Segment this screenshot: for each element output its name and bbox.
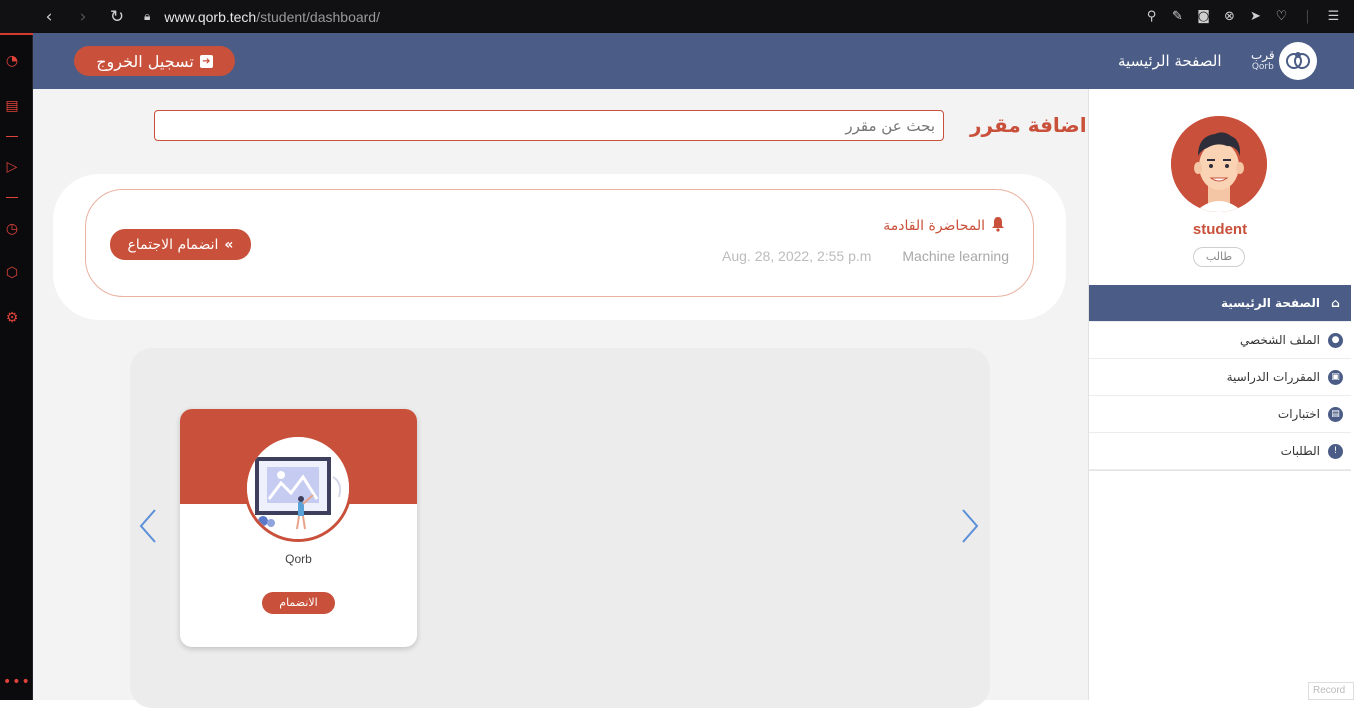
course-search-input[interactable] bbox=[154, 110, 944, 141]
menu-lines-icon[interactable]: ☰ bbox=[1325, 8, 1342, 25]
double-chevron-icon: « bbox=[224, 237, 233, 253]
sidebar-item-quizzes[interactable]: اختبارات ▤ bbox=[1089, 396, 1351, 433]
send-icon[interactable]: ➤ bbox=[1247, 8, 1264, 25]
upcoming-lecture-card: انضمام الاجتماع « المحاضرة القادمة Machi… bbox=[85, 189, 1034, 297]
sidebar-item-profile[interactable]: الملف الشخصي ● bbox=[1089, 322, 1351, 359]
extensions-icon[interactable]: ▤ bbox=[4, 98, 20, 114]
sidebar-item-label: المقررات الدراسية bbox=[1227, 370, 1320, 384]
browser-sidebar: ◔ ▤ ▷ ◷ ⬡ ⚙ ••• bbox=[0, 33, 33, 700]
lecture-date: Aug. 28, 2022, 2:55 p.m bbox=[722, 248, 871, 264]
logout-icon: ➜ bbox=[200, 55, 213, 68]
heart-icon[interactable]: ♡ bbox=[1273, 8, 1290, 25]
sidebar-item-label: اختبارات bbox=[1278, 407, 1320, 421]
settings-icon[interactable]: ⚙ bbox=[4, 310, 20, 326]
book-icon: ▣ bbox=[1328, 370, 1343, 385]
sidebar-separator bbox=[6, 136, 18, 137]
avatar[interactable] bbox=[1171, 116, 1267, 212]
lecture-course: Machine learning bbox=[902, 248, 1009, 264]
record-tag[interactable]: Record bbox=[1308, 682, 1354, 700]
course-card[interactable]: Qorb الانضمام bbox=[180, 409, 417, 647]
role-badge: طالب bbox=[1193, 247, 1245, 267]
address-bar[interactable]: www.qorb.tech/student/dashboard/ bbox=[164, 9, 380, 25]
profile-sidebar: student طالب الصفحة الرئيسية ⌂ الملف الش… bbox=[1088, 89, 1350, 700]
course-name: Qorb bbox=[180, 552, 417, 566]
app-header: تسجيل الخروج ➜ الصفحة الرئيسية قرب Qorb bbox=[33, 33, 1354, 89]
history-icon[interactable]: ◷ bbox=[4, 221, 20, 237]
sidebar-menu: الصفحة الرئيسية ⌂ الملف الشخصي ● المقررا… bbox=[1089, 285, 1351, 471]
join-meeting-label: انضمام الاجتماع bbox=[128, 237, 219, 253]
main-content: اضافة مقرر انضمام الاجتماع « المحاضرة ال… bbox=[33, 89, 1088, 700]
speed-dial-icon[interactable]: ◔ bbox=[4, 53, 20, 69]
bell-icon bbox=[991, 216, 1005, 236]
lock-icon: 🔒︎ bbox=[144, 9, 150, 24]
logout-button[interactable]: تسجيل الخروج ➜ bbox=[74, 46, 235, 76]
browser-actions: ⚲ ✎ ◙ ⊗ ➤ ♡ | ☰ bbox=[1143, 0, 1342, 33]
browser-toolbar: ‹ › ↻ 🔒︎ www.qorb.tech/student/dashboard… bbox=[0, 0, 1354, 33]
reload-icon[interactable]: ↻ bbox=[104, 4, 130, 30]
upcoming-lecture-section: انضمام الاجتماع « المحاضرة القادمة Machi… bbox=[53, 174, 1066, 320]
forward-icon[interactable]: › bbox=[70, 4, 96, 30]
url-domain: www.qorb.tech bbox=[164, 9, 256, 25]
player-icon[interactable]: ▷ bbox=[4, 159, 20, 175]
logout-label: تسجيل الخروج bbox=[96, 52, 194, 71]
alert-icon: ! bbox=[1328, 444, 1343, 459]
sidebar-item-home[interactable]: الصفحة الرئيسية ⌂ bbox=[1089, 285, 1351, 322]
url-path: /student/dashboard/ bbox=[256, 9, 380, 25]
sidebar-accent-line bbox=[0, 33, 33, 35]
header-home-link[interactable]: الصفحة الرئيسية bbox=[1118, 52, 1222, 70]
sidebar-item-label: الصفحة الرئيسية bbox=[1221, 296, 1320, 310]
profile-name: student bbox=[1089, 221, 1351, 238]
sidebar-item-label: الملف الشخصي bbox=[1240, 333, 1320, 347]
sidebar-item-requests[interactable]: الطلبات ! bbox=[1089, 433, 1351, 470]
join-course-button[interactable]: الانضمام bbox=[262, 592, 335, 614]
sidebar-item-label: الطلبات bbox=[1281, 444, 1320, 458]
quiz-icon: ▤ bbox=[1328, 407, 1343, 422]
cube-icon[interactable]: ⬡ bbox=[4, 265, 20, 281]
brand-arabic: قرب bbox=[1251, 48, 1275, 62]
carousel-next-icon[interactable] bbox=[958, 506, 982, 546]
lecture-title: المحاضرة القادمة bbox=[883, 218, 985, 234]
join-meeting-button[interactable]: انضمام الاجتماع « bbox=[110, 229, 251, 260]
close-tab-icon[interactable]: ⊗ bbox=[1221, 8, 1238, 25]
camera-icon[interactable]: ◙ bbox=[1195, 8, 1212, 25]
course-illustration bbox=[244, 434, 352, 542]
zoom-icon[interactable]: ⚲ bbox=[1143, 8, 1160, 25]
divider-icon: | bbox=[1299, 8, 1316, 25]
brand-emblem-icon bbox=[1279, 42, 1317, 80]
courses-carousel: Qorb الانضمام bbox=[130, 348, 990, 708]
sidebar-item-courses[interactable]: المقررات الدراسية ▣ bbox=[1089, 359, 1351, 396]
brand-english: Qorb bbox=[1251, 61, 1275, 73]
home-icon: ⌂ bbox=[1328, 296, 1343, 311]
more-icon[interactable]: ••• bbox=[3, 674, 31, 690]
brand-text: قرب Qorb bbox=[1251, 49, 1275, 73]
add-course-title: اضافة مقرر bbox=[970, 113, 1087, 137]
edit-icon[interactable]: ✎ bbox=[1169, 8, 1186, 25]
sidebar-separator bbox=[6, 197, 18, 198]
back-icon[interactable]: ‹ bbox=[36, 4, 62, 30]
user-icon: ● bbox=[1328, 333, 1343, 348]
carousel-prev-icon[interactable] bbox=[136, 506, 160, 546]
brand-logo[interactable]: قرب Qorb bbox=[1251, 42, 1321, 80]
lecture-heading: المحاضرة القادمة bbox=[883, 216, 1005, 236]
